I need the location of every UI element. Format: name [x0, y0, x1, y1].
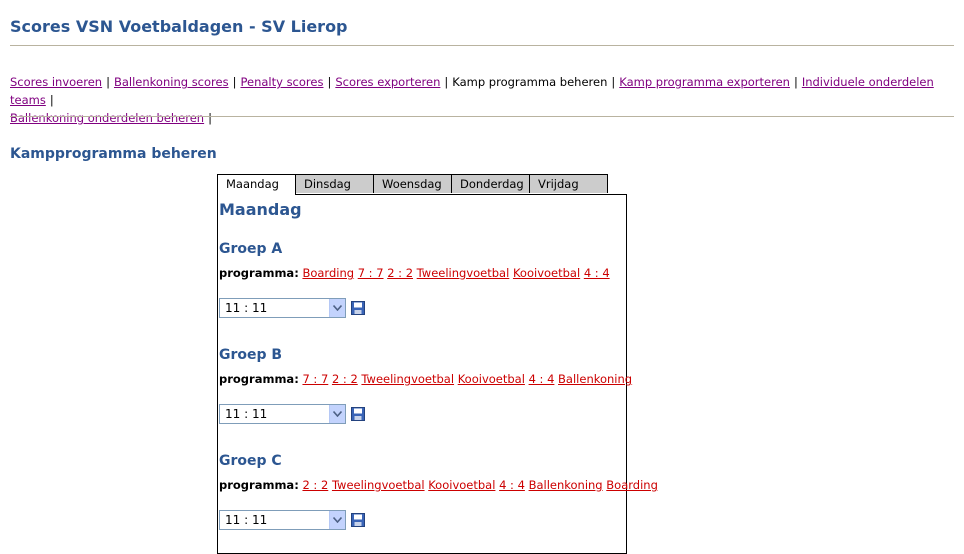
program-item[interactable]: 4 : 4 [584, 266, 610, 280]
program-row: programma: Boarding 7 : 7 2 : 2 Tweeling… [219, 266, 624, 280]
tab-woensdag[interactable]: Woensdag [373, 174, 452, 193]
nav-separator: | [793, 75, 798, 89]
main-nav: Scores invoeren | Ballenkoning scores | Pena… [10, 73, 954, 127]
program-item[interactable]: Ballenkoning [558, 372, 632, 386]
nav-link-scores-exporteren[interactable]: Scores exporteren [335, 75, 440, 89]
day-tabs: Maandag Dinsdag Woensdag Donderdag Vrijd… [217, 174, 608, 195]
program-row: programma: 7 : 7 2 : 2 Tweelingvoetbal K… [219, 372, 632, 386]
divider [10, 45, 954, 46]
nav-separator: | [208, 111, 212, 125]
nav-separator: | [611, 75, 616, 89]
nav-separator: | [49, 93, 54, 107]
time-row: 11 : 11 [219, 297, 624, 319]
program-item[interactable]: Boarding [302, 266, 354, 280]
nav-link-ballenkoning-onderdelen-beheren[interactable]: Ballenkoning onderdelen beheren [10, 111, 204, 125]
group-title: Groep A [219, 241, 283, 257]
time-select[interactable]: 11 : 11 [219, 404, 346, 424]
program-item[interactable]: Tweelingvoetbal [361, 372, 454, 386]
group-title: Groep B [219, 347, 283, 363]
program-row: programma: 2 : 2 Tweelingvoetbal Kooivoe… [219, 478, 658, 492]
nav-separator: | [106, 75, 110, 89]
save-icon[interactable] [351, 513, 365, 527]
time-row: 11 : 11 [219, 403, 624, 425]
save-icon[interactable] [351, 407, 365, 421]
nav-separator: | [232, 75, 237, 89]
page-heading: Kampprogramma beheren [10, 146, 217, 162]
tab-vrijdag[interactable]: Vrijdag [529, 174, 608, 193]
program-item[interactable]: Tweelingvoetbal [332, 478, 425, 492]
group-title: Groep C [219, 453, 282, 469]
chevron-down-icon[interactable] [329, 299, 345, 317]
program-item[interactable]: 2 : 2 [387, 266, 413, 280]
panel-title: Maandag [219, 200, 302, 219]
program-item[interactable]: 7 : 7 [358, 266, 384, 280]
group-b: Groep B programma: 7 : 7 2 : 2 Tweelingv… [219, 347, 632, 425]
time-row: 11 : 11 [219, 509, 624, 531]
program-item[interactable]: 2 : 2 [332, 372, 358, 386]
nav-separator: | [327, 75, 332, 89]
time-select[interactable]: 11 : 11 [219, 298, 346, 318]
nav-link-kamp-programma-exporteren[interactable]: Kamp programma exporteren [619, 75, 790, 89]
program-item[interactable]: Kooivoetbal [428, 478, 495, 492]
program-item[interactable]: Tweelingvoetbal [417, 266, 510, 280]
time-select[interactable]: 11 : 11 [219, 510, 346, 530]
chevron-down-icon[interactable] [329, 405, 345, 423]
program-label: programma: [219, 372, 299, 386]
nav-separator: | [444, 75, 449, 89]
nav-link-ballenkoning-scores[interactable]: Ballenkoning scores [114, 75, 229, 89]
chevron-down-icon[interactable] [329, 511, 345, 529]
group-c: Groep C programma: 2 : 2 Tweelingvoetbal… [219, 453, 658, 531]
save-icon[interactable] [351, 301, 365, 315]
program-item[interactable]: Kooivoetbal [458, 372, 525, 386]
program-item[interactable]: 7 : 7 [302, 372, 328, 386]
program-item[interactable]: Kooivoetbal [513, 266, 580, 280]
program-item[interactable]: 4 : 4 [529, 372, 555, 386]
tab-maandag[interactable]: Maandag [217, 174, 296, 195]
tab-dinsdag[interactable]: Dinsdag [295, 174, 374, 193]
program-item[interactable]: Boarding [606, 478, 658, 492]
tab-panel: Maandag Groep A programma: Boarding 7 : … [217, 194, 658, 554]
program-item[interactable]: 2 : 2 [302, 478, 328, 492]
program-item[interactable]: 4 : 4 [499, 478, 525, 492]
time-select-value: 11 : 11 [225, 407, 268, 421]
program-item[interactable]: Ballenkoning [529, 478, 603, 492]
nav-link-penalty-scores[interactable]: Penalty scores [240, 75, 323, 89]
tab-donderdag[interactable]: Donderdag [451, 174, 530, 193]
time-select-value: 11 : 11 [225, 513, 268, 527]
nav-current-kamp-programma-beheren: Kamp programma beheren [452, 75, 608, 89]
nav-link-scores-invoeren[interactable]: Scores invoeren [10, 75, 102, 89]
program-label: programma: [219, 266, 299, 280]
program-label: programma: [219, 478, 299, 492]
time-select-value: 11 : 11 [225, 301, 268, 315]
group-a: Groep A programma: Boarding 7 : 7 2 : 2 … [219, 241, 624, 319]
divider [10, 116, 954, 117]
site-title: Scores VSN Voetbaldagen - SV Lierop [10, 17, 348, 36]
